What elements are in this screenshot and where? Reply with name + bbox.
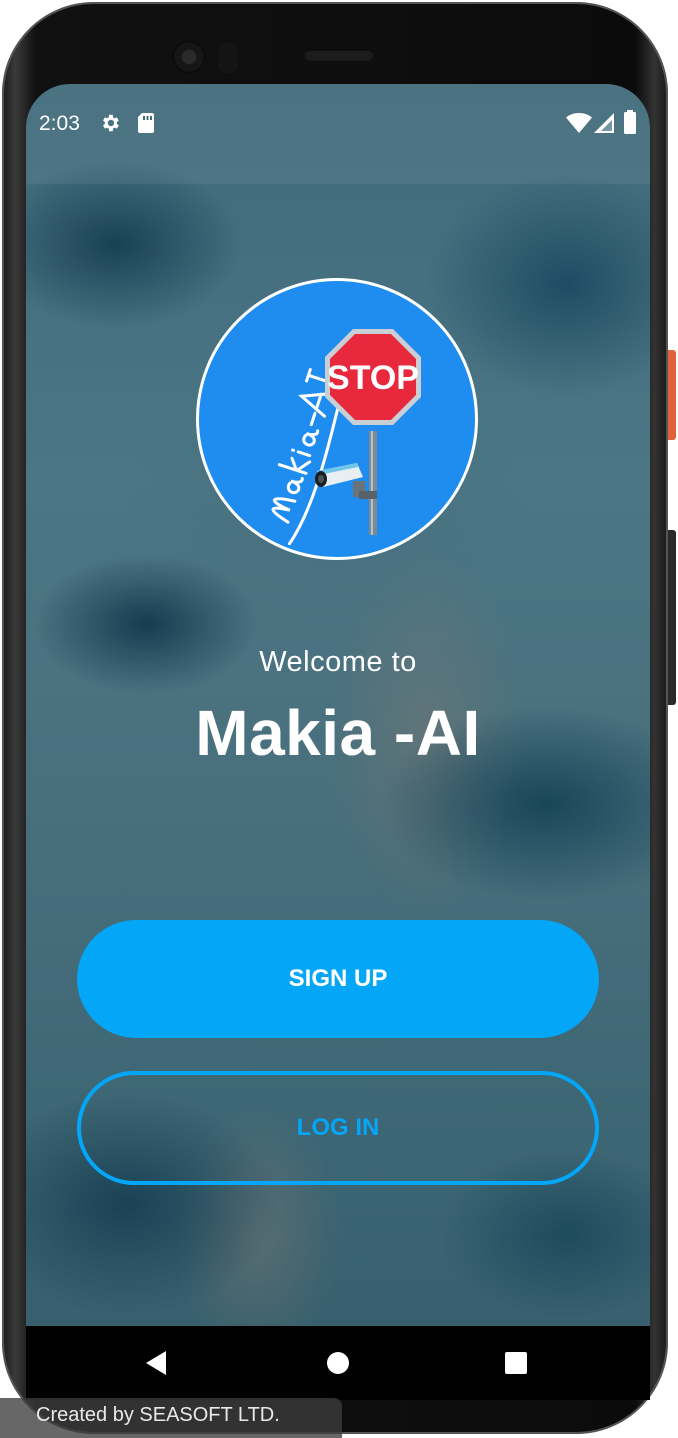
volume-button [668, 530, 676, 705]
proximity-sensor [218, 42, 238, 74]
status-time: 2:03 [39, 112, 80, 135]
navigation-bar [26, 1326, 650, 1400]
earpiece-speaker [304, 49, 374, 61]
recents-icon[interactable] [505, 1352, 527, 1379]
app-title: Makia -AI [195, 697, 481, 769]
back-icon[interactable] [144, 1350, 168, 1381]
front-camera [172, 40, 206, 74]
gear-icon [99, 112, 121, 139]
app-screen: 2:03 STOP Welcome to Makia -AI SIGN UP L… [26, 84, 650, 1400]
stop-sign-text: STOP [327, 359, 419, 397]
sign-up-button[interactable]: SIGN UP [77, 920, 599, 1038]
app-logo: STOP [196, 278, 478, 560]
power-button [668, 350, 676, 440]
sd-card-icon [137, 112, 155, 139]
watermark-label: Created by SEASOFT LTD. [0, 1398, 342, 1438]
log-in-button[interactable]: LOG IN [77, 1071, 599, 1185]
battery-icon [624, 110, 636, 139]
signal-icon [594, 113, 614, 138]
wifi-icon [566, 112, 592, 139]
welcome-subtitle: Welcome to [259, 646, 417, 678]
status-bar: 2:03 [26, 84, 650, 184]
home-icon[interactable] [326, 1351, 350, 1380]
